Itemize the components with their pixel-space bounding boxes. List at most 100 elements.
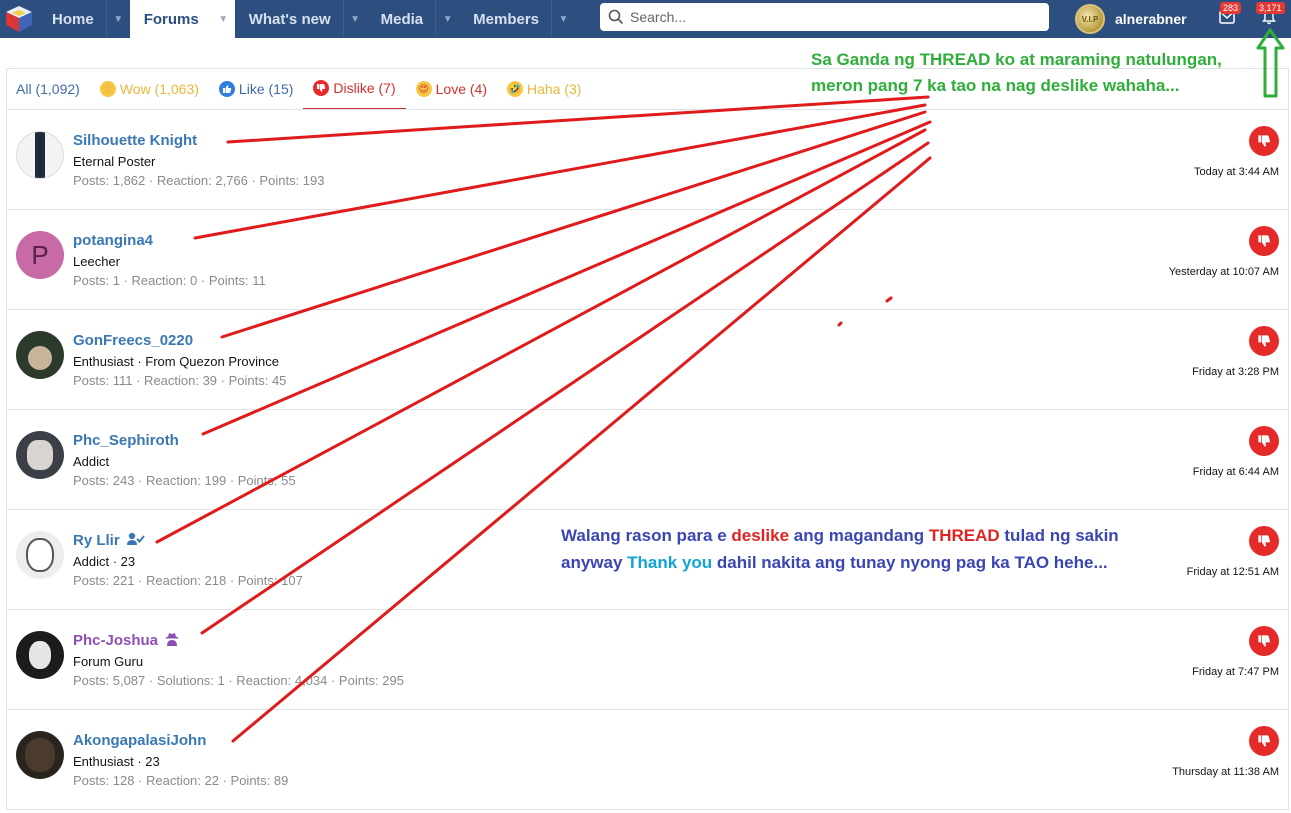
tab-like[interactable]: Like (15) [209, 68, 303, 110]
tab-all[interactable]: All (1,092) [6, 68, 90, 110]
tab-wow[interactable]: 😮 Wow (1,063) [90, 68, 209, 110]
avatar[interactable] [16, 631, 64, 679]
reaction-time: Friday at 12:51 AM [1186, 566, 1279, 578]
avatar[interactable] [16, 731, 64, 779]
nav-tab-label: Members [473, 10, 539, 28]
avatar[interactable]: V.I.P [1075, 4, 1105, 34]
love-emoji-icon: 😍 [415, 81, 432, 97]
member-row: Silhouette Knight Eternal Poster Posts: … [6, 110, 1289, 210]
search-icon [608, 9, 624, 25]
member-name[interactable]: Phc_Sephiroth [73, 432, 179, 449]
tab-haha[interactable]: 🤣 Haha (3) [497, 68, 591, 110]
tab-label: Wow (1,063) [119, 81, 199, 97]
site-logo[interactable] [0, 0, 38, 38]
member-row: Phc-Joshua Forum Guru Posts: 5,087 · Sol… [6, 610, 1289, 710]
member-title: Enthusiast · 23 [73, 754, 160, 769]
annotation-text: deslike [731, 526, 790, 545]
tab-dislike[interactable]: Dislike (7) [303, 68, 406, 110]
nav-tab-label: Home [52, 10, 94, 28]
dislike-icon [313, 80, 330, 96]
user-secret-icon [166, 633, 179, 646]
member-row: Phc_Sephiroth Addict Posts: 243 · Reacti… [6, 410, 1289, 510]
chevron-down-icon[interactable]: ▼ [105, 0, 130, 38]
reaction-time: Today at 3:44 AM [1194, 166, 1279, 178]
nav-tab-forums[interactable]: Forums ▼ [129, 0, 235, 38]
member-title: Addict · 23 [73, 554, 136, 569]
tab-label: All (1,092) [16, 81, 80, 97]
tab-label: Love (4) [435, 81, 487, 97]
search-box[interactable] [600, 3, 1049, 31]
annotation-top: Sa Ganda ng THREAD ko at maraming natulu… [811, 47, 1222, 99]
annotation-text: dahil nakita ang tunay nyong pag ka TAO … [712, 553, 1108, 572]
member-name-text: Ry Llir [73, 532, 120, 549]
site-logo-icon [6, 6, 32, 32]
annotation-bottom-line2: anyway Thank you dahil nakita ang tunay … [561, 549, 1119, 576]
annotation-text: anyway [561, 553, 628, 572]
tab-label: Like (15) [238, 81, 294, 97]
verified-user-icon [126, 532, 145, 545]
member-name[interactable]: AkongapalasiJohn [73, 732, 206, 749]
member-title: Eternal Poster [73, 154, 156, 169]
member-stats: Posts: 5,087 · Solutions: 1 · Reaction: … [73, 673, 404, 688]
avatar[interactable] [16, 431, 64, 479]
alerts-button[interactable]: 3,171 [1256, 2, 1285, 28]
like-icon [218, 81, 235, 97]
avatar-text: V.I.P [1081, 14, 1099, 24]
dislike-icon [1249, 426, 1279, 456]
nav-tab-label: Forums [143, 10, 199, 28]
reaction-time: Thursday at 11:38 AM [1172, 766, 1279, 778]
member-name[interactable]: Ry Llir [73, 532, 145, 549]
dislike-icon [1249, 126, 1279, 156]
username[interactable]: alnerabner [1115, 11, 1187, 27]
member-stats: Posts: 243 · Reaction: 199 · Points: 55 [73, 473, 296, 488]
member-title: Enthusiast · From Quezon Province [73, 354, 279, 369]
member-name[interactable]: potangina4 [73, 232, 153, 249]
nav-tab-label: Media [380, 10, 424, 28]
avatar[interactable]: P [16, 231, 64, 279]
member-name[interactable]: Silhouette Knight [73, 132, 197, 149]
reaction-time: Yesterday at 10:07 AM [1168, 266, 1279, 278]
avatar[interactable] [16, 331, 64, 379]
dislike-icon [1249, 326, 1279, 356]
inbox-badge: 283 [1220, 2, 1242, 14]
member-row: AkongapalasiJohn Enthusiast · 23 Posts: … [6, 710, 1289, 810]
nav-tab-members[interactable]: Members ▼ [459, 0, 575, 38]
reaction-time: Friday at 6:44 AM [1192, 466, 1279, 478]
user-menu[interactable]: V.I.P alnerabner [1075, 2, 1187, 36]
member-title: Addict [73, 454, 110, 469]
annotation-bottom: Walang rason para e deslike ang magandan… [561, 522, 1119, 576]
dislike-icon [1249, 226, 1279, 256]
annotation-text: Walang rason para e [561, 526, 732, 545]
member-name[interactable]: Phc-Joshua [73, 632, 179, 649]
member-stats: Posts: 1 · Reaction: 0 · Points: 11 [73, 273, 266, 288]
chevron-down-icon[interactable]: ▼ [551, 0, 575, 38]
nav-tab-media[interactable]: Media ▼ [367, 0, 460, 38]
tab-label: Dislike (7) [333, 80, 396, 96]
nav-tab-label: What's new [248, 10, 331, 28]
nav-tab-home[interactable]: Home ▼ [38, 0, 130, 38]
member-stats: Posts: 1,862 · Reaction: 2,766 · Points:… [73, 173, 325, 188]
member-stats: Posts: 111 · Reaction: 39 · Points: 45 [73, 373, 287, 388]
annotation-top-line2: meron pang 7 ka tao na nag deslike wahah… [811, 76, 1180, 95]
avatar[interactable] [16, 531, 64, 579]
haha-emoji-icon: 🤣 [506, 81, 523, 97]
annotation-text: tulad ng sakin [999, 526, 1119, 545]
avatar-letter: P [31, 239, 49, 270]
chevron-down-icon[interactable]: ▼ [435, 0, 459, 38]
member-name[interactable]: GonFreecs_0220 [73, 332, 193, 349]
annotation-text: THREAD [928, 526, 1000, 545]
search-input[interactable] [630, 9, 1030, 25]
nav-tab-whats-new[interactable]: What's new ▼ [235, 0, 367, 38]
chevron-down-icon[interactable]: ▼ [342, 0, 367, 38]
tab-love[interactable]: 😍 Love (4) [406, 68, 497, 110]
avatar[interactable] [16, 131, 64, 179]
member-row: P potangina4 Leecher Posts: 1 · Reaction… [6, 210, 1289, 310]
inbox-button[interactable]: 283 [1216, 2, 1242, 28]
annotation-text: Thank you [627, 553, 713, 572]
chevron-down-icon[interactable]: ▼ [210, 0, 235, 38]
member-stats: Posts: 128 · Reaction: 22 · Points: 89 [73, 773, 289, 788]
member-stats: Posts: 221 · Reaction: 218 · Points: 107 [73, 573, 303, 588]
annotation-bottom-line1: Walang rason para e deslike ang magandan… [561, 522, 1119, 549]
annotation-text: ang magandang [789, 526, 929, 545]
member-title: Leecher [73, 254, 120, 269]
